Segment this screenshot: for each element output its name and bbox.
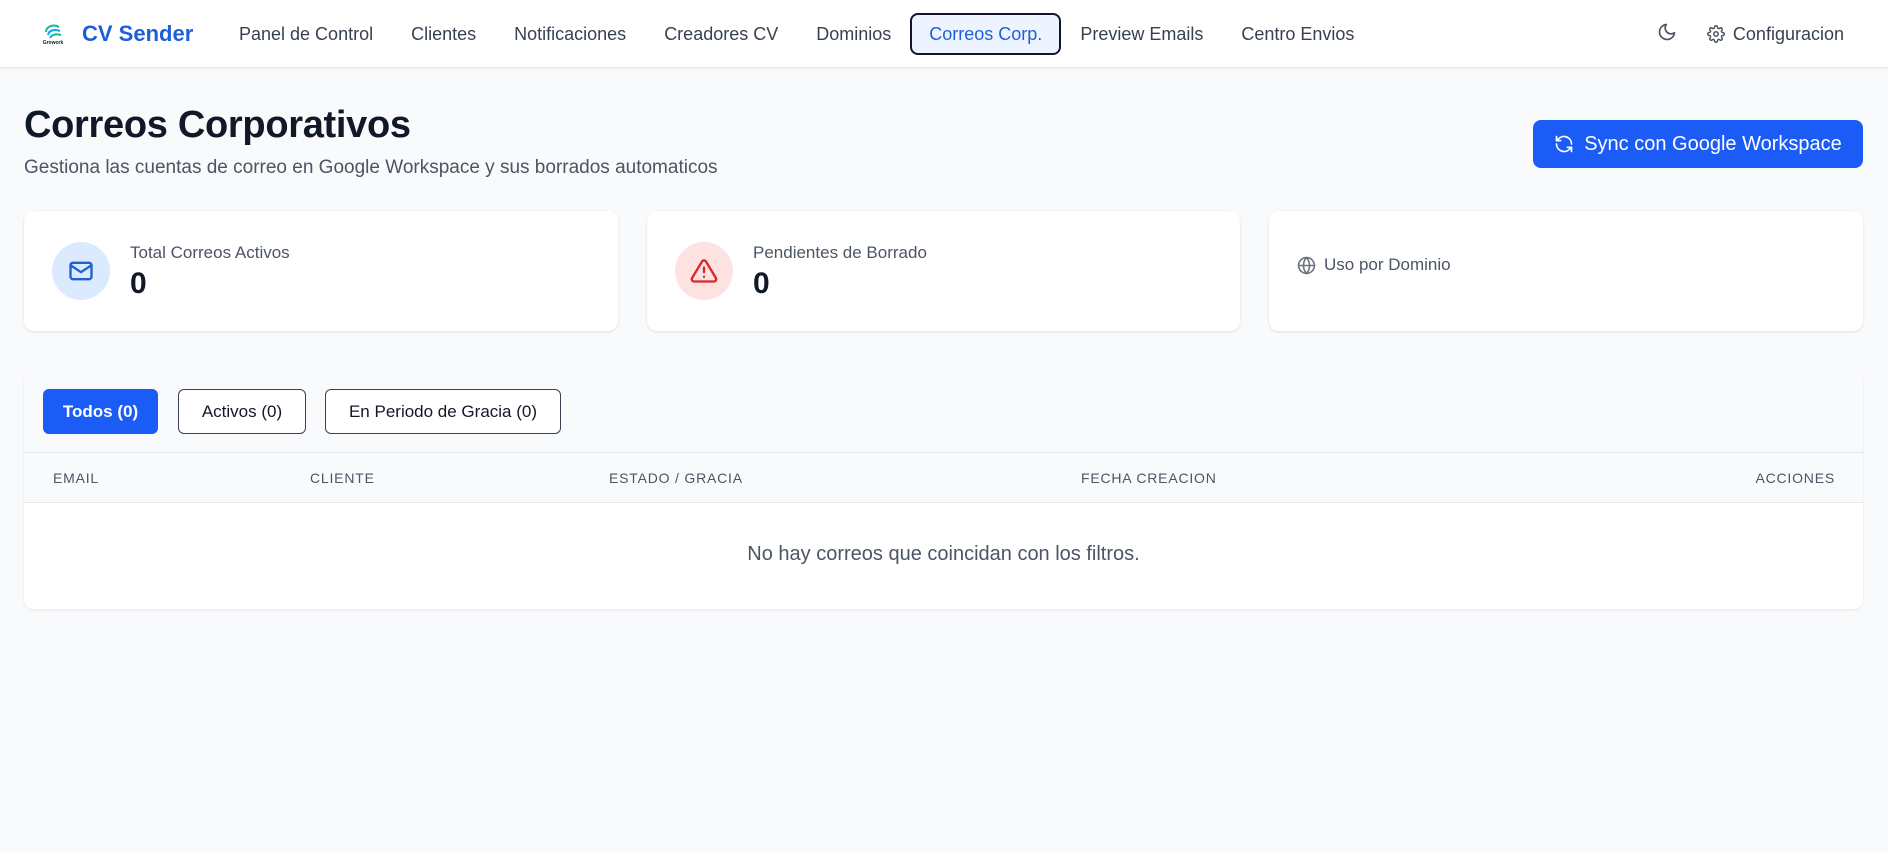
- nav-item-dominios[interactable]: Dominios: [797, 13, 910, 55]
- stat-card-uso-por-dominio: Uso por Dominio: [1269, 211, 1863, 331]
- main-nav: Panel de Control Clientes Notificaciones…: [220, 13, 1373, 55]
- theme-toggle-button[interactable]: [1647, 14, 1687, 54]
- sync-google-workspace-button[interactable]: Sync con Google Workspace: [1533, 120, 1863, 168]
- stat-value: 0: [130, 267, 147, 300]
- domain-usage-label: Uso por Dominio: [1324, 255, 1451, 274]
- nav-item-creadores-cv[interactable]: Creadores CV: [645, 13, 797, 55]
- domain-usage-header: Uso por Dominio: [1297, 255, 1451, 275]
- settings-button[interactable]: Configuracion: [1699, 14, 1852, 54]
- filter-todos-button[interactable]: Todos (0): [43, 389, 158, 434]
- nav-item-centro-envios[interactable]: Centro Envios: [1222, 13, 1373, 55]
- column-header-email[interactable]: EMAIL: [53, 470, 99, 486]
- table-header: EMAIL CLIENTE ESTADO / GRACIA FECHA CREA…: [24, 453, 1863, 503]
- moon-icon: [1657, 22, 1677, 47]
- filter-periodo-gracia-button[interactable]: En Periodo de Gracia (0): [325, 389, 561, 434]
- sync-button-label: Sync con Google Workspace: [1584, 132, 1842, 155]
- nav-item-correos-corp[interactable]: Correos Corp.: [910, 13, 1062, 55]
- top-navbar: Growork CV Sender Panel de Control Clien…: [0, 0, 1888, 68]
- column-header-estado-gracia[interactable]: ESTADO / GRACIA: [609, 470, 743, 486]
- brand[interactable]: Growork CV Sender: [38, 18, 194, 50]
- column-header-fecha-creacion[interactable]: FECHA CREACION: [1081, 470, 1217, 486]
- nav-item-notificaciones[interactable]: Notificaciones: [495, 13, 645, 55]
- logo-text: Growork: [42, 40, 64, 46]
- filter-tabs: Todos (0) Activos (0) En Periodo de Grac…: [24, 371, 1863, 453]
- stat-card-total-correos: Total Correos Activos 0: [24, 211, 618, 331]
- nav-item-panel-de-control[interactable]: Panel de Control: [220, 13, 392, 55]
- settings-label: Configuracion: [1732, 23, 1844, 44]
- gear-icon: [1706, 25, 1725, 43]
- stat-label: Pendientes de Borrado: [753, 243, 927, 262]
- brand-name: CV Sender: [82, 21, 194, 46]
- nav-item-preview-emails[interactable]: Preview Emails: [1061, 13, 1222, 55]
- mail-icon: [52, 242, 110, 300]
- warning-icon: [675, 242, 733, 300]
- stat-label: Total Correos Activos: [130, 243, 290, 262]
- column-header-acciones: ACCIONES: [1755, 470, 1835, 486]
- page-subtitle: Gestiona las cuentas de correo en Google…: [24, 157, 718, 178]
- stat-card-pendientes-borrado: Pendientes de Borrado 0: [647, 211, 1240, 331]
- header-actions: Configuracion: [1647, 14, 1852, 54]
- empty-state-message: No hay correos que coincidan con los fil…: [747, 543, 1140, 565]
- filter-activos-button[interactable]: Activos (0): [178, 389, 306, 434]
- stat-value: 0: [753, 267, 770, 300]
- nav-item-clientes[interactable]: Clientes: [392, 13, 495, 55]
- refresh-icon: [1554, 134, 1574, 154]
- growork-logo: Growork: [38, 19, 68, 49]
- emails-table-panel: Todos (0) Activos (0) En Periodo de Grac…: [24, 371, 1863, 609]
- column-header-cliente[interactable]: CLIENTE: [310, 470, 375, 486]
- globe-icon: [1297, 256, 1316, 275]
- page-title: Correos Corporativos: [24, 104, 411, 146]
